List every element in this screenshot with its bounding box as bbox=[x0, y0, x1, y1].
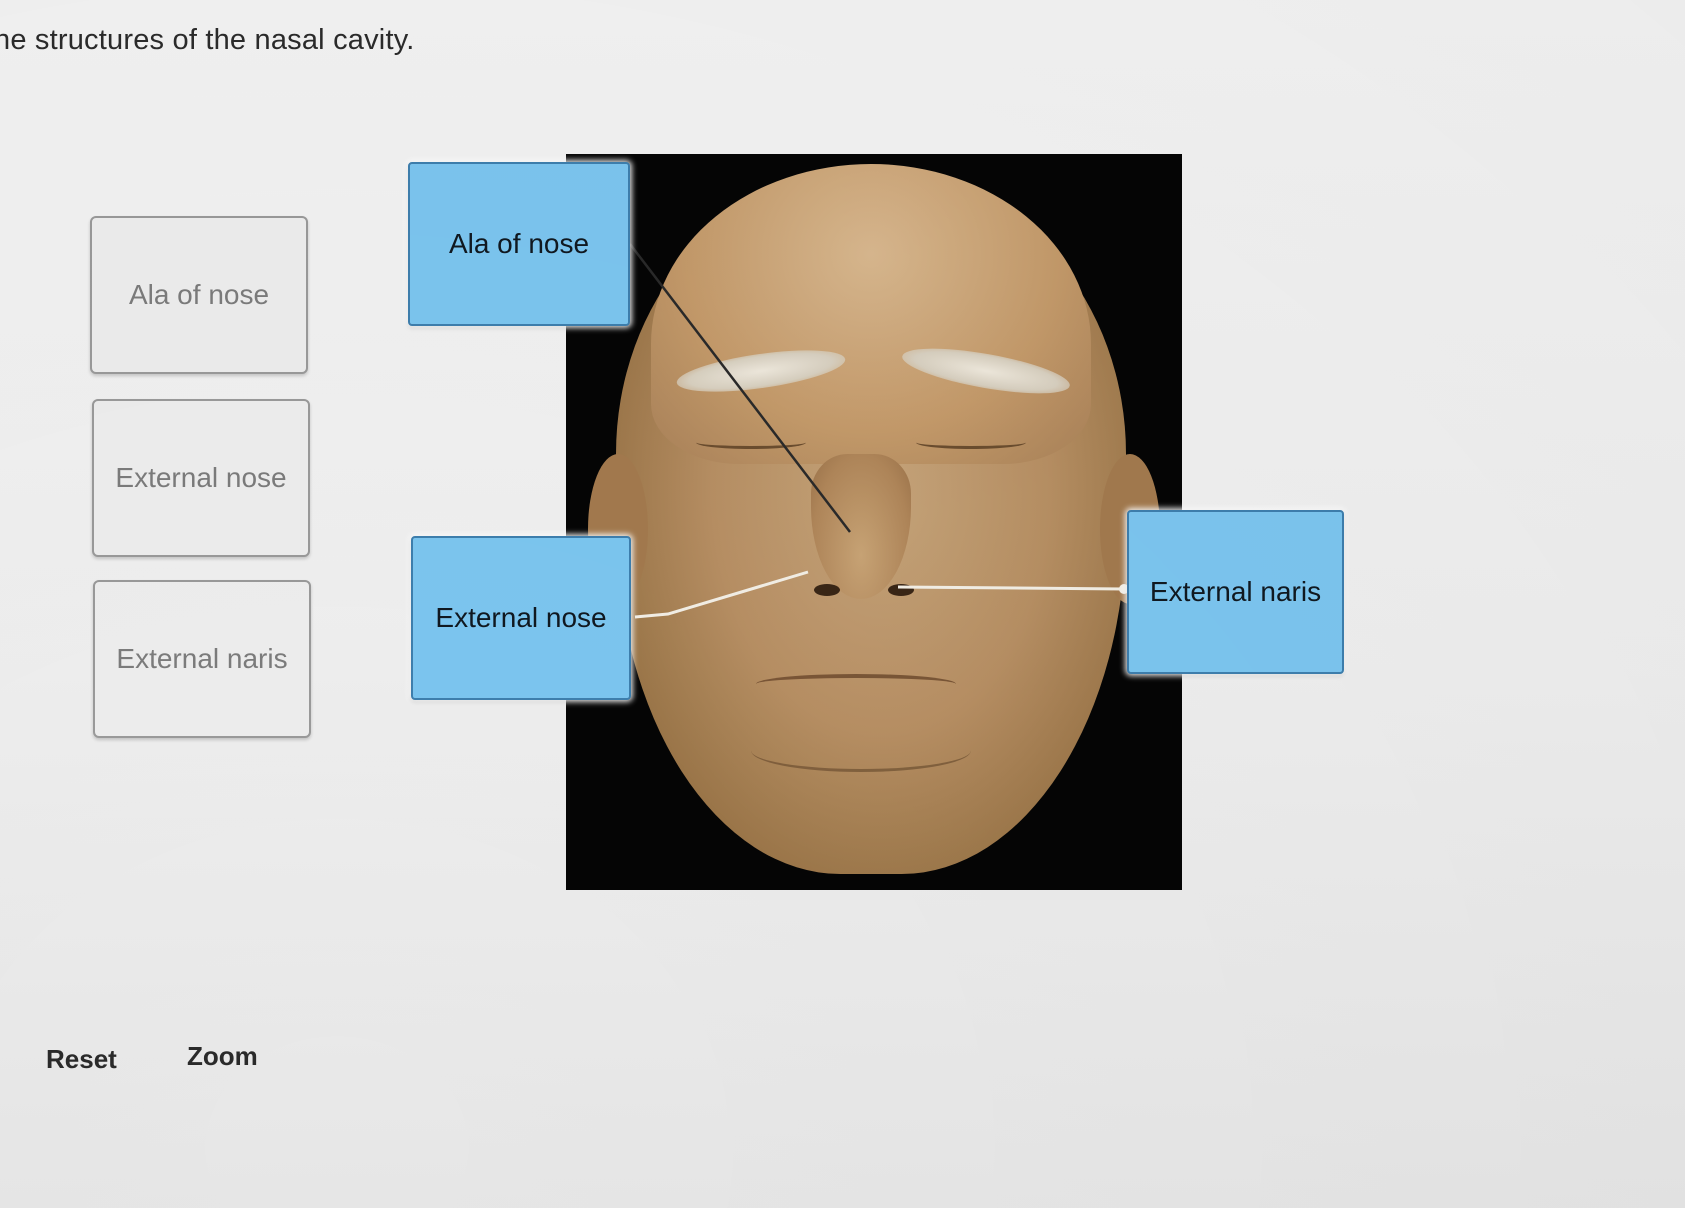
zoom-button[interactable]: Zoom bbox=[187, 1041, 258, 1072]
right-nostril bbox=[888, 584, 914, 596]
question-prompt: he structures of the nasal cavity. bbox=[0, 24, 415, 56]
bank-tile-external-naris[interactable]: External naris bbox=[93, 580, 311, 738]
reset-button[interactable]: Reset bbox=[46, 1044, 117, 1075]
bank-tile-external-nose[interactable]: External nose bbox=[92, 399, 310, 557]
scalp bbox=[651, 164, 1091, 464]
left-nostril bbox=[814, 584, 840, 596]
face-photo bbox=[566, 154, 1182, 890]
bank-tile-ala-of-nose[interactable]: Ala of nose bbox=[90, 216, 308, 374]
placed-label-external-nose[interactable]: External nose bbox=[411, 536, 631, 700]
placed-label-external-naris[interactable]: External naris bbox=[1127, 510, 1344, 674]
chin bbox=[751, 729, 971, 772]
right-eye bbox=[916, 436, 1026, 449]
mouth bbox=[756, 674, 956, 694]
left-eye bbox=[696, 436, 806, 449]
placed-label-ala-of-nose[interactable]: Ala of nose bbox=[408, 162, 630, 326]
